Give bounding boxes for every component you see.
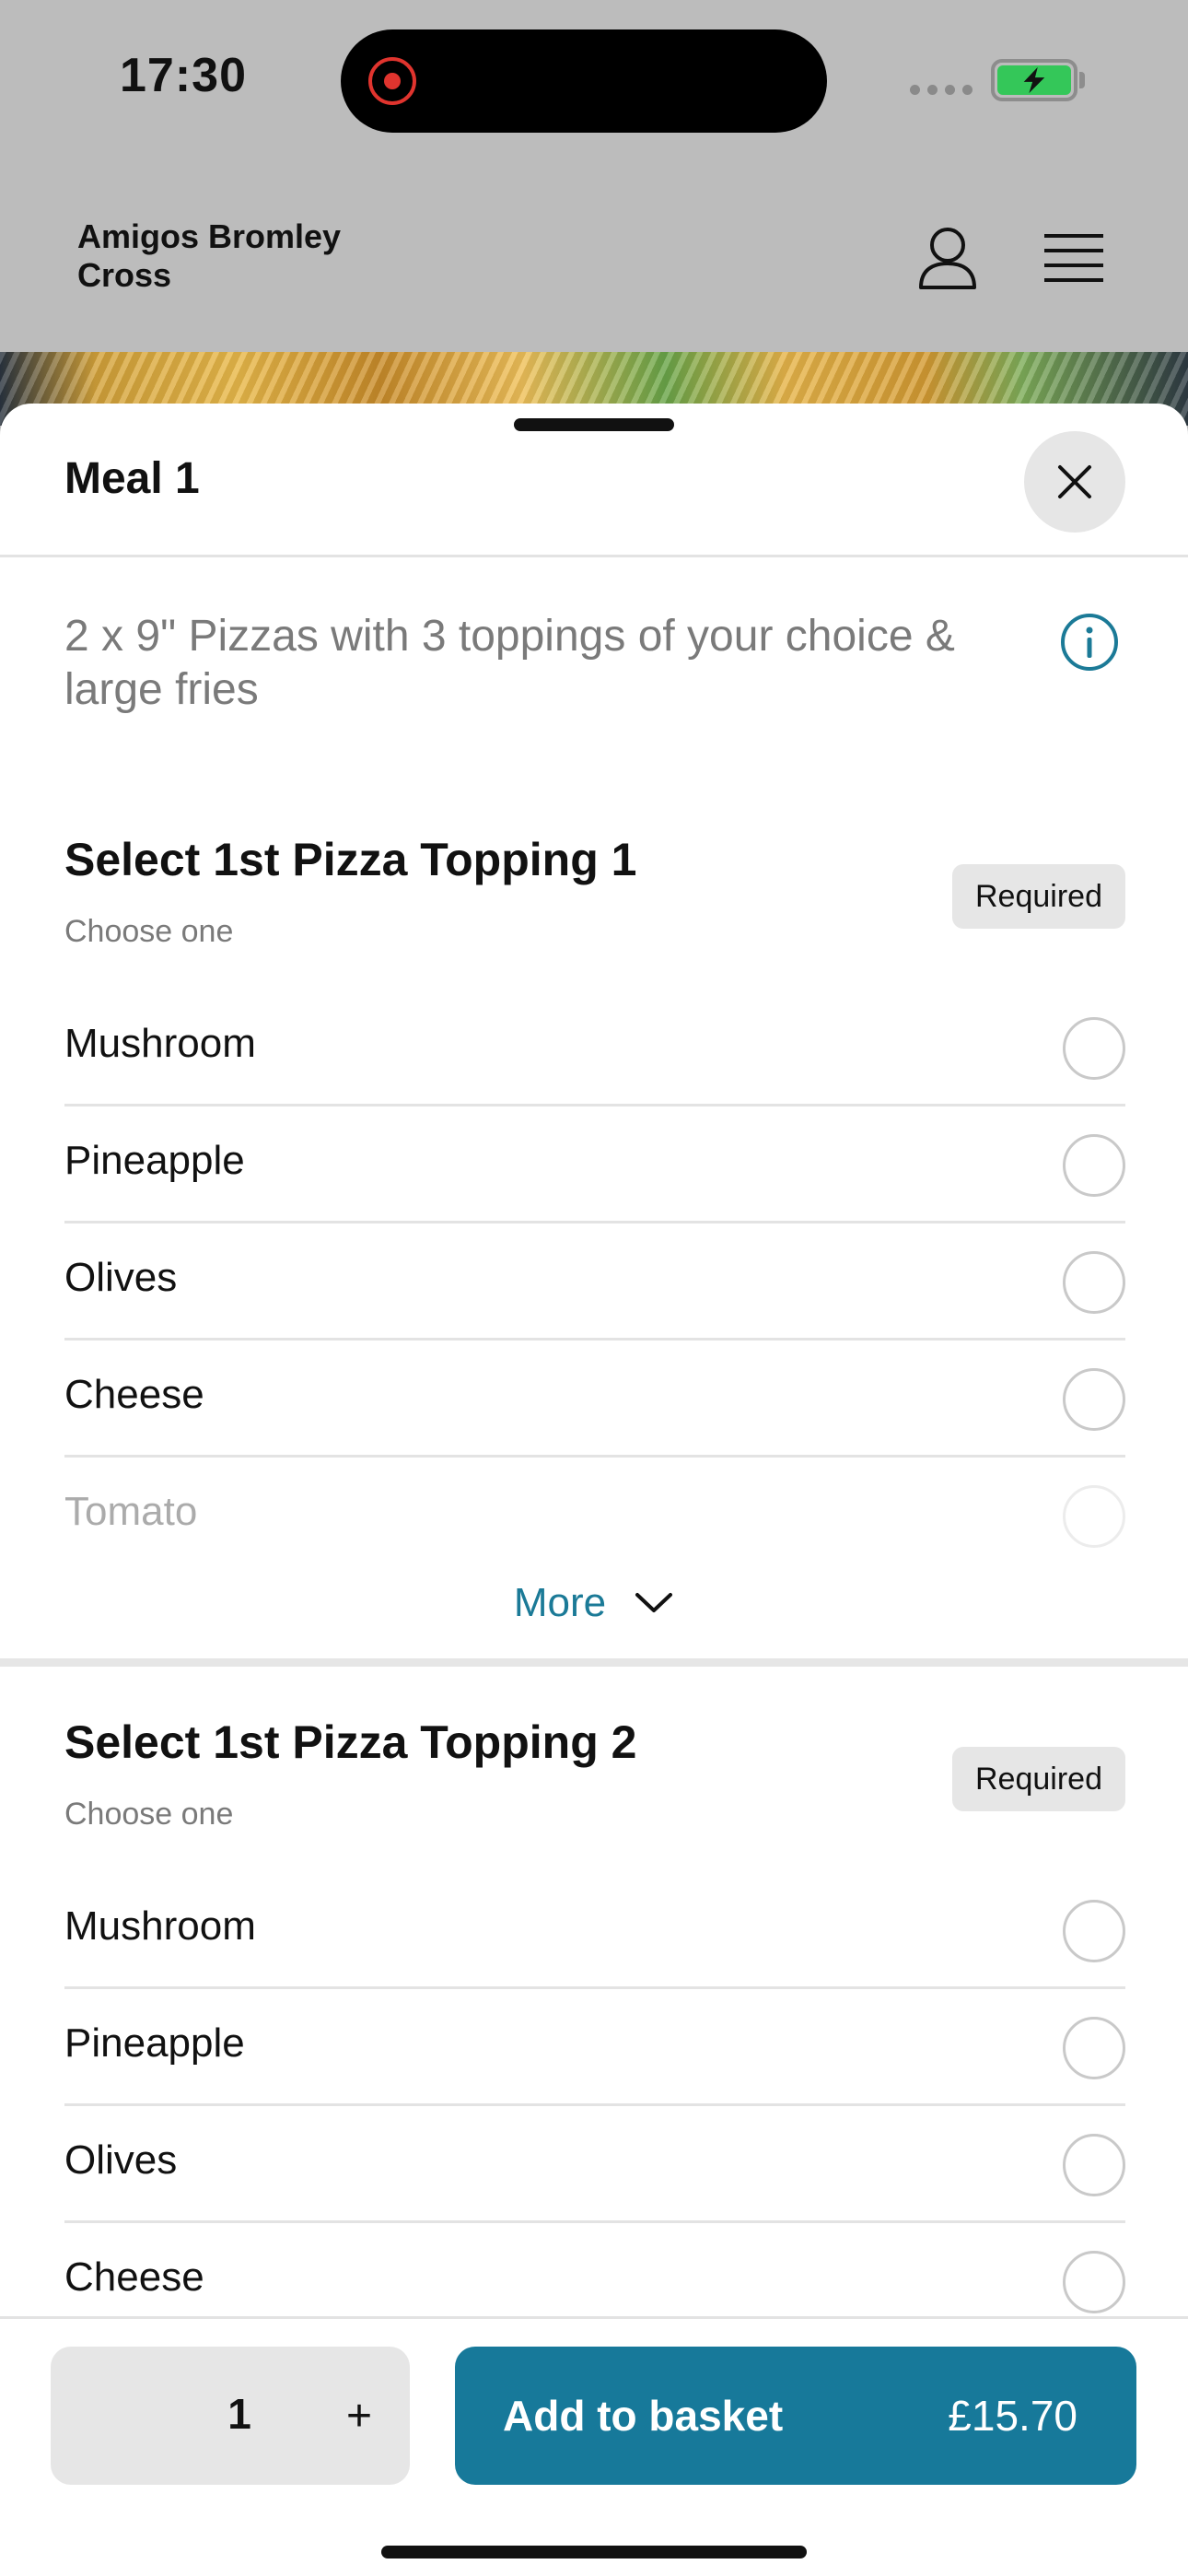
option-label: Olives bbox=[64, 2137, 178, 2183]
option-label: Mushroom bbox=[64, 1021, 256, 1066]
quantity-stepper[interactable]: 1 + bbox=[51, 2347, 410, 2485]
section-title: Select 1st Pizza Topping 1 bbox=[64, 834, 637, 885]
battery-nub bbox=[1079, 72, 1085, 88]
quantity-plus-button[interactable]: + bbox=[327, 2383, 391, 2448]
quantity-value: 1 bbox=[227, 2390, 251, 2438]
option-radio[interactable] bbox=[1063, 2134, 1125, 2196]
more-label: More bbox=[513, 1580, 607, 1625]
site-header: Amigos Bromley Cross bbox=[0, 175, 1188, 352]
option-radio[interactable] bbox=[1063, 1017, 1125, 1080]
option-label: Pineapple bbox=[64, 1138, 245, 1183]
option-label: Mushroom bbox=[64, 1903, 256, 1949]
add-to-basket-button[interactable]: Add to basket £15.70 bbox=[455, 2347, 1136, 2485]
close-icon bbox=[1058, 465, 1091, 498]
option-row[interactable]: Pineapple bbox=[64, 1107, 1125, 1224]
recording-icon bbox=[368, 57, 416, 105]
option-label: Cheese bbox=[64, 1372, 204, 1417]
chevron-down-icon bbox=[635, 1593, 673, 1612]
add-to-basket-label: Add to basket bbox=[503, 2392, 784, 2440]
required-badge: Required bbox=[952, 1747, 1125, 1811]
section-subtitle: Choose one bbox=[64, 1797, 234, 1832]
option-row[interactable]: Cheese bbox=[64, 1341, 1125, 1458]
sheet-title: Meal 1 bbox=[64, 454, 200, 503]
option-radio[interactable] bbox=[1063, 2251, 1125, 2313]
option-label: Cheese bbox=[64, 2254, 204, 2300]
option-row[interactable]: Olives bbox=[64, 1224, 1125, 1341]
close-button[interactable] bbox=[1024, 431, 1125, 533]
required-badge: Required bbox=[952, 864, 1125, 929]
more-button[interactable]: More bbox=[0, 1566, 1188, 1640]
option-label: Olives bbox=[64, 1255, 178, 1300]
option-row[interactable]: Olives bbox=[64, 2106, 1125, 2223]
section-divider bbox=[0, 1658, 1188, 1667]
section-title: Select 1st Pizza Topping 2 bbox=[64, 1716, 637, 1768]
option-radio[interactable] bbox=[1063, 2017, 1125, 2079]
option-row[interactable]: Mushroom bbox=[64, 989, 1125, 1107]
option-radio[interactable] bbox=[1063, 1251, 1125, 1314]
product-description: 2 x 9" Pizzas with 3 toppings of your ch… bbox=[64, 612, 955, 714]
account-icon[interactable] bbox=[917, 225, 978, 291]
section-subtitle: Choose one bbox=[64, 914, 234, 949]
signal-icon bbox=[910, 85, 973, 95]
price: £15.70 bbox=[948, 2392, 1077, 2440]
product-sheet: Meal 1 2 x 9" Pizzas with 3 toppings of … bbox=[0, 404, 1188, 2576]
option-label: Pineapple bbox=[64, 2020, 245, 2066]
option-radio[interactable] bbox=[1063, 1368, 1125, 1431]
option-row[interactable]: Pineapple bbox=[64, 1989, 1125, 2106]
charging-bolt-icon bbox=[1023, 66, 1045, 94]
store-name[interactable]: Amigos Bromley Cross bbox=[77, 217, 390, 295]
sheet-grabber[interactable] bbox=[514, 418, 674, 431]
status-time: 17:30 bbox=[120, 49, 247, 102]
option-radio[interactable] bbox=[1063, 1485, 1125, 1548]
option-row[interactable]: Mushroom bbox=[64, 1872, 1125, 1989]
dynamic-island bbox=[341, 29, 827, 133]
option-label: Tomato bbox=[64, 1489, 198, 1534]
info-icon[interactable] bbox=[1059, 612, 1120, 673]
battery-icon bbox=[991, 59, 1077, 101]
menu-icon[interactable] bbox=[1044, 232, 1103, 286]
home-indicator[interactable] bbox=[381, 2546, 807, 2558]
option-row[interactable]: Tomato bbox=[64, 1458, 1125, 1575]
option-radio[interactable] bbox=[1063, 1134, 1125, 1197]
option-radio[interactable] bbox=[1063, 1900, 1125, 1962]
screen: 17:30 Amigos Bromley Cross Meal 1 2 x 9"… bbox=[0, 0, 1188, 2576]
basket-footer: 1 + Add to basket £15.70 bbox=[0, 2316, 1188, 2576]
divider bbox=[0, 555, 1188, 557]
status-bar: 17:30 bbox=[0, 0, 1188, 175]
